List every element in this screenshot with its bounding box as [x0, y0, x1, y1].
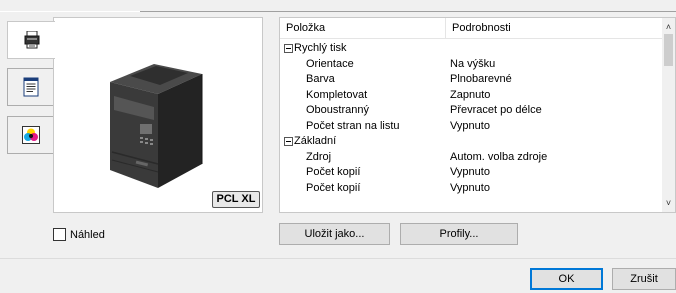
preview-checkbox[interactable] [53, 228, 66, 241]
item-name: Zdroj [306, 150, 332, 163]
tab-printer[interactable] [7, 21, 55, 59]
item-value: Převracet po délce [450, 104, 542, 116]
list-item[interactable]: Kompletovat Zapnuto [280, 88, 664, 104]
list-header: Položka Podrobnosti [280, 18, 664, 39]
item-value: Zapnuto [450, 88, 491, 101]
ok-button[interactable]: OK [530, 268, 603, 290]
tab-layout[interactable] [7, 68, 53, 106]
item-value: Vypnuto [450, 181, 490, 194]
column-header-item[interactable]: Položka [280, 18, 446, 39]
list-rows: Rychlý tisk Orientace Na výšku Barva Pln… [280, 41, 664, 196]
collapse-icon[interactable] [284, 44, 293, 53]
color-icon [21, 126, 40, 144]
settings-list[interactable]: Položka Podrobnosti Rychlý tisk Orientac… [279, 17, 676, 213]
item-name: Orientace [306, 57, 354, 70]
cancel-button[interactable]: Zrušit [612, 268, 676, 290]
preview-checkbox-label: Náhled [70, 228, 105, 241]
item-value: Vypnuto [450, 119, 490, 132]
footer-separator [0, 258, 676, 259]
preview-checkbox-row[interactable]: Náhled [53, 228, 105, 241]
group-label: Rychlý tisk [294, 42, 347, 54]
scroll-up-icon[interactable]: ˄ [662, 20, 675, 34]
save-as-button[interactable]: Uložit jako... [279, 223, 390, 245]
group-label: Základní [294, 135, 337, 147]
list-item[interactable]: Zdroj Autom. volba zdroje [280, 150, 664, 166]
list-item[interactable]: Barva Plnobarevné [280, 72, 664, 88]
list-group-basic[interactable]: Základní [280, 134, 664, 150]
list-item[interactable]: Oboustranný Převracet po délce [280, 103, 664, 119]
item-name: Barva [306, 73, 335, 85]
item-name: Počet kopií [306, 181, 361, 194]
item-name: Kompletovat [306, 88, 368, 101]
printer-image [96, 40, 216, 193]
item-name: Počet kopií [306, 166, 361, 178]
pdl-badge: PCL XL [212, 191, 260, 208]
document-icon [23, 77, 39, 97]
printer-icon [24, 31, 40, 49]
scroll-thumb[interactable] [664, 34, 673, 66]
item-value: Plnobarevné [450, 73, 512, 85]
scroll-down-icon[interactable]: ˅ [662, 196, 675, 210]
tab-color[interactable] [7, 116, 53, 154]
item-name: Oboustranný [306, 104, 369, 116]
column-header-details[interactable]: Podrobnosti [446, 18, 664, 39]
list-item[interactable]: Počet kopií Vypnuto [280, 165, 664, 181]
list-item[interactable]: Počet stran na listu Vypnuto [280, 119, 664, 135]
vertical-scrollbar[interactable]: ˄ ˅ [662, 18, 675, 212]
profiles-button[interactable]: Profily... [400, 223, 518, 245]
top-tab-edge [0, 9, 140, 12]
list-group-quick-print[interactable]: Rychlý tisk [280, 41, 664, 57]
printer-preview-panel: PCL XL [53, 17, 263, 213]
item-value: Autom. volba zdroje [450, 150, 548, 163]
list-item[interactable]: Počet kopií Vypnuto [280, 181, 664, 197]
list-item[interactable]: Orientace Na výšku [280, 57, 664, 73]
collapse-icon[interactable] [284, 137, 293, 146]
item-value: Na výšku [450, 57, 496, 70]
item-name: Počet stran na listu [306, 119, 400, 132]
item-value: Vypnuto [450, 166, 490, 178]
